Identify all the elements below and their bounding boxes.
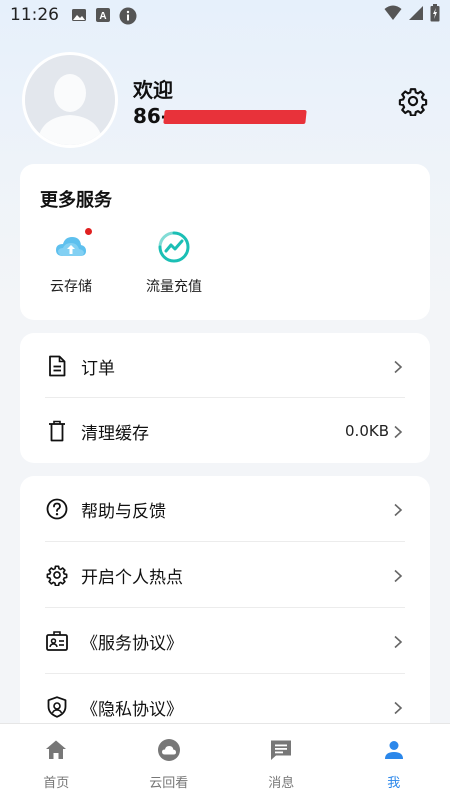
wifi-icon — [384, 5, 402, 25]
message-icon — [269, 738, 293, 762]
id-card-icon — [45, 629, 69, 653]
services-card: 更多服务 云存储 流量充值 — [20, 164, 430, 320]
menu-item-hotspot[interactable]: 开启个人热点 — [45, 542, 405, 608]
shield-icon — [45, 695, 69, 719]
menu-item-clear-cache[interactable]: 清理缓存 0.0KB — [45, 398, 405, 464]
status-bar: 11:26 A — [0, 0, 450, 30]
cloud-storage-icon — [54, 228, 92, 264]
profile-header: 欢迎 86- — [22, 52, 432, 152]
document-icon — [45, 354, 69, 378]
service-label: 云存储 — [50, 279, 92, 295]
status-time: 11:26 — [10, 5, 59, 25]
menu-item-label: 帮助与反馈 — [81, 501, 166, 522]
service-label: 流量充值 — [146, 279, 202, 295]
trash-icon — [45, 419, 69, 443]
service-cloud-storage[interactable]: 云存储 — [26, 228, 116, 300]
service-data-recharge[interactable]: 流量充值 — [129, 230, 219, 300]
default-avatar-icon — [25, 55, 115, 145]
help-icon — [45, 497, 69, 521]
cache-size: 0.0KB — [345, 422, 389, 440]
tab-home[interactable]: 首页 — [0, 724, 113, 800]
tab-label: 消息 — [268, 776, 295, 791]
menu-card-orders: 订单 清理缓存 0.0KB — [20, 333, 430, 463]
badge-dot — [85, 228, 92, 235]
menu-item-service-agreement[interactable]: 《服务协议》 — [45, 608, 405, 674]
menu-item-label: 《隐私协议》 — [81, 699, 183, 720]
person-icon — [382, 738, 406, 762]
chevron-right-icon — [391, 568, 405, 583]
welcome-text: 欢迎 — [133, 78, 173, 102]
info-notification-icon — [119, 7, 137, 25]
chevron-right-icon — [391, 359, 405, 374]
text-notification-icon: A — [95, 7, 111, 23]
tab-label: 我 — [387, 776, 401, 791]
gear-icon — [398, 88, 428, 117]
bottom-tab-bar: 首页 云回看 消息 我 — [0, 723, 450, 800]
menu-item-label: 清理缓存 — [81, 423, 149, 444]
svg-text:A: A — [99, 11, 106, 22]
cloud-playback-icon — [157, 738, 181, 762]
menu-item-label: 《服务协议》 — [81, 633, 183, 654]
battery-icon — [430, 4, 440, 26]
tab-label: 云回看 — [149, 776, 189, 791]
menu-item-orders[interactable]: 订单 — [45, 333, 405, 399]
chevron-right-icon — [391, 424, 405, 439]
chevron-right-icon — [391, 700, 405, 715]
data-recharge-icon — [157, 230, 191, 264]
phone-redaction — [163, 110, 307, 124]
tab-cloud-playback[interactable]: 云回看 — [113, 724, 226, 800]
gear-icon — [45, 563, 69, 587]
menu-card-settings: 帮助与反馈 开启个人热点 《服务协议》 《隐私协议》 — [20, 476, 430, 746]
settings-button[interactable] — [398, 86, 428, 117]
chevron-right-icon — [391, 634, 405, 649]
tab-label: 首页 — [43, 776, 70, 791]
signal-icon — [408, 5, 424, 25]
chevron-right-icon — [391, 502, 405, 517]
menu-item-label: 订单 — [81, 358, 115, 379]
tab-me[interactable]: 我 — [338, 724, 450, 800]
tab-messages[interactable]: 消息 — [225, 724, 338, 800]
image-notification-icon — [71, 7, 87, 23]
services-title: 更多服务 — [40, 190, 112, 211]
menu-item-label: 开启个人热点 — [81, 567, 183, 588]
menu-item-help-feedback[interactable]: 帮助与反馈 — [45, 476, 405, 542]
avatar[interactable] — [22, 52, 118, 148]
home-icon — [44, 738, 68, 762]
